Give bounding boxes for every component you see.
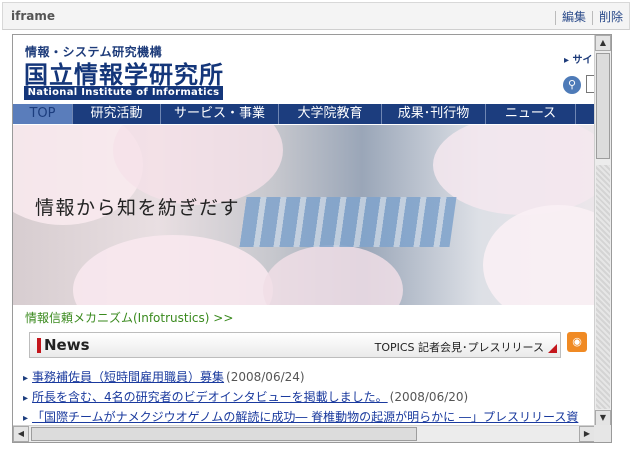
main-nav: TOP 研究活動 サービス・事業 大学院教育 成果･刊行物 ニュース [13, 104, 595, 124]
nav-tab-graduate[interactable]: 大学院教育 [279, 104, 382, 124]
divider [591, 10, 593, 25]
arrow-right-icon[interactable]: ▶ [579, 426, 595, 442]
vertical-scroll-thumb[interactable] [596, 53, 610, 159]
hero-tagline: 情報から知を紡ぎだす [35, 197, 241, 219]
nav-tab-news[interactable]: ニュース [486, 104, 576, 124]
news-date: (2008/06/24) [226, 370, 305, 384]
news-list: ▸ 事務補佐員（短時間雇用職員）募集 (2008/06/24) ▸ 所長を含む、4名の… [23, 368, 580, 426]
news-label: News [44, 336, 90, 354]
horizontal-scroll-thumb[interactable] [31, 427, 417, 441]
vertical-scrollbar[interactable]: ▲ ▼ [594, 35, 611, 426]
arrow-left-icon[interactable]: ◀ [13, 426, 29, 442]
topics-link[interactable]: TOPICS 記者会見･プレスリリース [375, 339, 544, 355]
rss-icon[interactable]: ◉ [567, 332, 587, 352]
nav-tab-research[interactable]: 研究活動 [73, 104, 161, 124]
nav-tab-top[interactable]: TOP [13, 104, 73, 124]
hero-banner: 情報から知を紡ぎだす [13, 125, 595, 305]
search-icon[interactable]: ⚲ [563, 76, 581, 94]
list-item: ▸ 事務補佐員（短時間雇用職員）募集 (2008/06/24) [23, 368, 580, 388]
arrow-up-icon[interactable]: ▲ [595, 35, 611, 51]
horizontal-scrollbar[interactable]: ◀ ▶ [13, 425, 595, 442]
building-window-pattern [239, 197, 457, 247]
infotrustics-link[interactable]: 情報信頼メカニズム(Infotrustics) >> [25, 309, 233, 326]
divider [554, 10, 556, 25]
news-mark [37, 338, 41, 353]
chevron-right-icon: ▸ [23, 393, 29, 404]
org-english-name[interactable]: National Institute of Informatics [24, 86, 223, 100]
site-map-link[interactable]: ▸ サイ [564, 51, 593, 66]
iframe-content: 情報・システム研究機構 国立情報学研究所 National Institute … [13, 35, 595, 426]
org-logo-name[interactable]: 国立情報学研究所 [24, 55, 224, 90]
site-link-label: サイ [572, 55, 593, 66]
list-item: ▸ 所長を含む、4名の研究者のビデオインタビューを掲載しました。 (2008/06/… [23, 388, 580, 408]
vertical-scroll-track[interactable] [596, 165, 610, 409]
news-title-link[interactable]: 事務補佐員（短時間雇用職員）募集 [32, 370, 224, 384]
widget-actions: 編集 削除 [549, 8, 623, 25]
chevron-right-icon: ▸ [23, 413, 29, 424]
news-date: (2008/06/20) [389, 390, 469, 404]
nav-tab-publications[interactable]: 成果･刊行物 [382, 104, 486, 124]
widget-title: iframe [11, 9, 55, 23]
scrollbar-corner [594, 425, 611, 442]
chevron-right-icon: ▸ [564, 55, 573, 66]
blossom-shape [433, 125, 595, 215]
chevron-right-icon: ▸ [23, 373, 29, 384]
news-header-bar: News TOPICS 記者会見･プレスリリース [29, 332, 561, 358]
nav-tab-services[interactable]: サービス・事業 [161, 104, 279, 124]
iframe-viewport[interactable]: 情報・システム研究機構 国立情報学研究所 National Institute … [12, 34, 612, 443]
blossom-shape [263, 245, 403, 305]
news-title-link[interactable]: 「国際チームがナメクジウオゲノムの解読に成功― 脊椎動物の起源が明らかに ―」プ… [32, 410, 578, 424]
list-item: ▸ 「国際チームがナメクジウオゲノムの解読に成功― 脊椎動物の起源が明らかに ―」… [23, 408, 580, 426]
corner-arrow-icon [548, 344, 557, 353]
arrow-down-icon[interactable]: ▼ [595, 410, 611, 426]
news-title-link[interactable]: 所長を含む、4名の研究者のビデオインタビューを掲載しました。 [32, 390, 388, 404]
blossom-shape [483, 205, 595, 305]
delete-button[interactable]: 削除 [599, 10, 623, 24]
widget-header: iframe 編集 削除 [2, 2, 630, 30]
edit-button[interactable]: 編集 [562, 10, 586, 24]
